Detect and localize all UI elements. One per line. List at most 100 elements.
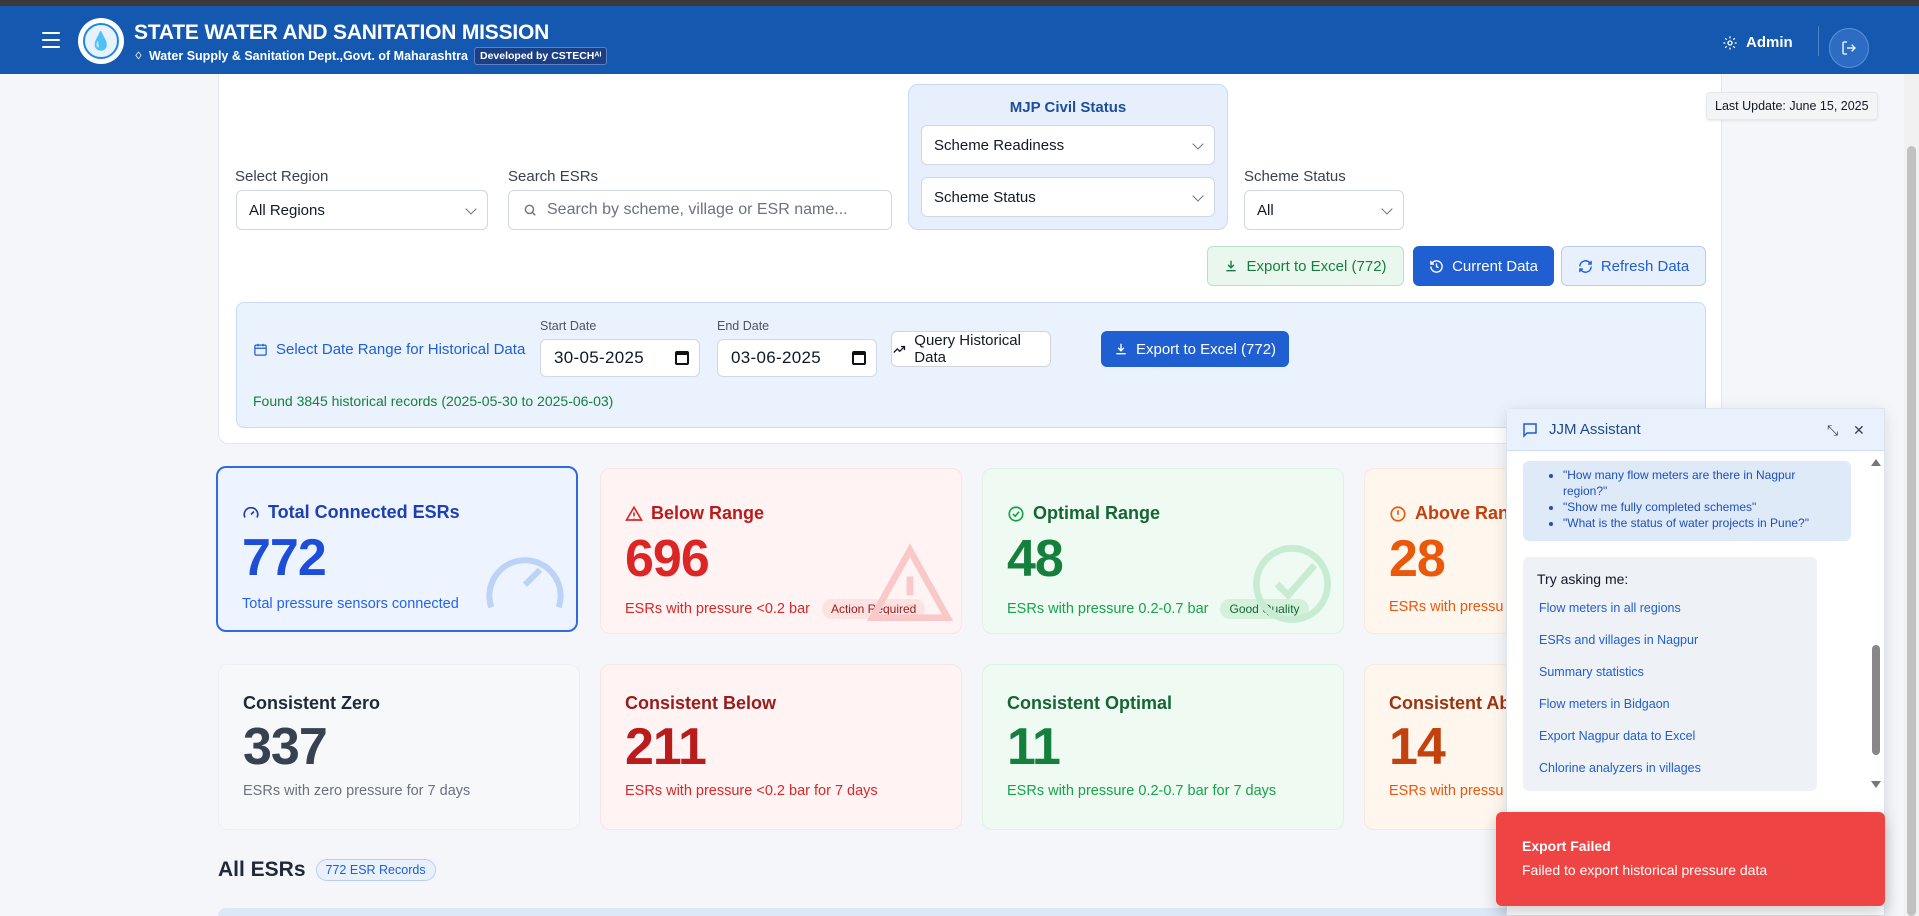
minimize-icon[interactable]: ⤡ xyxy=(1827,422,1838,439)
all-esrs-title: All ESRs xyxy=(218,858,306,881)
export-historical-label: Export to Excel (772) xyxy=(1135,340,1277,358)
chat-scrollbar[interactable] xyxy=(1871,459,1881,789)
below-range-card[interactable]: Below Range 696 ESRs with pressure <0.2 … xyxy=(600,468,962,634)
start-date-label: Start Date xyxy=(540,319,597,333)
chevron-down-icon xyxy=(1381,203,1393,215)
refresh-data-button[interactable]: Refresh Data xyxy=(1561,246,1706,286)
consistent-above-desc: ESRs with pressu xyxy=(1389,783,1504,799)
consistent-below-card[interactable]: Consistent Below 211 ESRs with pressure … xyxy=(600,664,962,830)
esr-records-badge: 772 ESR Records xyxy=(315,859,436,881)
chevron-down-icon xyxy=(465,203,477,215)
export-excel-button[interactable]: Export to Excel (772) xyxy=(1207,246,1404,286)
page-scrollbar[interactable] xyxy=(1904,74,1919,916)
query-historical-button[interactable]: Query Historical Data xyxy=(891,331,1051,367)
consistent-below-value: 211 xyxy=(625,718,707,776)
scheme-readiness-select[interactable]: Scheme Readiness xyxy=(921,125,1215,165)
check-circle-icon xyxy=(1008,505,1024,522)
consistent-zero-title: Consistent Zero xyxy=(243,693,381,713)
current-data-button[interactable]: Current Data xyxy=(1413,246,1554,286)
start-date-value: 30-05-2025 xyxy=(554,348,644,367)
consistent-above-title: Consistent Ab xyxy=(1389,693,1511,713)
consistent-optimal-value: 11 xyxy=(1007,718,1061,776)
scroll-down-arrow-icon[interactable] xyxy=(1871,781,1881,788)
chat-scrollbar-thumb[interactable] xyxy=(1872,645,1880,755)
admin-label: Admin xyxy=(1746,34,1793,51)
suggestion-link[interactable]: Flow meters in all regions xyxy=(1539,601,1681,615)
total-connected-card[interactable]: Total Connected ESRs 772 Total pressure … xyxy=(216,466,578,632)
page-scrollbar-thumb[interactable] xyxy=(1907,146,1916,916)
suggestion-link[interactable]: Flow meters in Bidgaon xyxy=(1539,697,1670,711)
search-label: Search ESRs xyxy=(508,168,599,185)
export-excel-label: Export to Excel (772) xyxy=(1246,257,1387,275)
chat-title: JJM Assistant xyxy=(1549,421,1641,438)
chat-bubble-icon xyxy=(1523,422,1537,438)
water-drop-icon: 💧 xyxy=(83,23,119,59)
app-title: STATE WATER AND SANITATION MISSION xyxy=(134,21,550,44)
download-icon xyxy=(1116,343,1126,355)
calendar-icon[interactable] xyxy=(675,351,689,365)
scheme-status-value: All xyxy=(1257,201,1274,219)
above-range-desc-text: ESRs with pressu xyxy=(1389,599,1504,615)
export-historical-button[interactable]: Export to Excel (772) xyxy=(1101,331,1289,367)
refresh-data-label: Refresh Data xyxy=(1600,257,1690,275)
optimal-range-title: Optimal Range xyxy=(1007,503,1160,524)
trending-up-icon xyxy=(893,345,906,353)
consistent-zero-desc: ESRs with zero pressure for 7 days xyxy=(243,783,471,799)
admin-menu[interactable]: Admin xyxy=(1722,34,1793,51)
end-date-input[interactable]: 03-06-2025 xyxy=(717,339,877,377)
menu-icon[interactable] xyxy=(42,32,60,48)
close-icon[interactable]: ✕ xyxy=(1853,422,1865,439)
above-range-desc: ESRs with pressu xyxy=(1389,599,1503,615)
scheme-readiness-value: Scheme Readiness xyxy=(934,136,1065,154)
search-input[interactable]: Search by scheme, village or ESR name... xyxy=(508,190,892,230)
chat-example-item: "What is the status of water projects in… xyxy=(1563,515,1841,531)
scheme-status-mjp-select[interactable]: Scheme Status xyxy=(921,177,1215,217)
region-value: All Regions xyxy=(249,201,325,219)
region-select[interactable]: All Regions xyxy=(236,190,488,230)
above-range-title: Above Ran xyxy=(1389,503,1509,524)
history-icon xyxy=(1430,259,1443,273)
logout-button[interactable] xyxy=(1829,28,1869,68)
above-range-title-text: Above Ran xyxy=(1415,503,1510,523)
below-range-title: Below Range xyxy=(625,503,764,524)
scheme-status-mjp-value: Scheme Status xyxy=(934,188,1036,206)
mjp-civil-status-panel: MJP Civil Status Scheme Readiness Scheme… xyxy=(908,84,1228,230)
consistent-above-card[interactable]: Consistent Ab 14 ESRs with pressu xyxy=(1364,664,1514,830)
logout-icon xyxy=(1842,41,1856,55)
consistent-optimal-title: Consistent Optimal xyxy=(1007,693,1173,713)
start-date-input[interactable]: 30-05-2025 xyxy=(540,339,700,377)
suggestion-link[interactable]: Export Nagpur data to Excel xyxy=(1539,729,1695,743)
found-records-text: Found 3845 historical records (2025-05-3… xyxy=(253,393,614,409)
total-connected-desc-text: Total pressure sensors connected xyxy=(242,596,459,612)
consistent-optimal-desc: ESRs with pressure 0.2-0.7 bar for 7 day… xyxy=(1007,783,1277,799)
scheme-status-select[interactable]: All xyxy=(1244,190,1404,230)
query-historical-label: Query Historical Data xyxy=(914,332,1021,366)
consistent-below-title: Consistent Below xyxy=(625,693,777,713)
historical-data-panel: Select Date Range for Historical Data St… xyxy=(236,302,1706,428)
scroll-up-arrow-icon[interactable] xyxy=(1871,459,1881,466)
suggestions-title: Try asking me: xyxy=(1537,571,1629,587)
consistent-zero-value: 337 xyxy=(243,718,328,776)
esr-table-header xyxy=(218,908,1722,916)
total-connected-title-text: Total Connected ESRs xyxy=(268,502,460,522)
suggestion-link[interactable]: Chlorine analyzers in villages xyxy=(1539,761,1701,775)
calendar-icon[interactable] xyxy=(852,351,866,365)
calendar-icon xyxy=(254,343,267,356)
consistent-zero-card[interactable]: Consistent Zero 337 ESRs with zero press… xyxy=(218,664,580,830)
historical-range-text: Select Date Range for Historical Data xyxy=(276,341,526,358)
chevron-down-icon xyxy=(1192,138,1204,150)
export-failed-toast[interactable]: Export Failed Failed to export historica… xyxy=(1496,812,1885,906)
total-connected-value: 772 xyxy=(242,529,327,587)
above-range-card[interactable]: Above Ran 28 ESRs with pressu xyxy=(1364,468,1514,634)
suggestion-link[interactable]: Summary statistics xyxy=(1539,665,1644,679)
suggestions-box: Try asking me: Flow meters in all region… xyxy=(1523,557,1817,791)
optimal-range-value: 48 xyxy=(1007,530,1064,588)
consistent-optimal-card[interactable]: Consistent Optimal 11 ESRs with pressure… xyxy=(982,664,1344,830)
mjp-title: MJP Civil Status xyxy=(1009,99,1127,116)
suggestion-link[interactable]: ESRs and villages in Nagpur xyxy=(1539,633,1698,647)
search-icon xyxy=(524,204,536,216)
chat-example-item: "How many flow meters are there in Nagpu… xyxy=(1563,467,1841,499)
optimal-range-card[interactable]: Optimal Range 48 ESRs with pressure 0.2-… xyxy=(982,468,1344,634)
developer-badge: Developed by CSTECHᴬᴵ xyxy=(474,47,608,65)
toast-message: Failed to export historical pressure dat… xyxy=(1522,862,1768,878)
